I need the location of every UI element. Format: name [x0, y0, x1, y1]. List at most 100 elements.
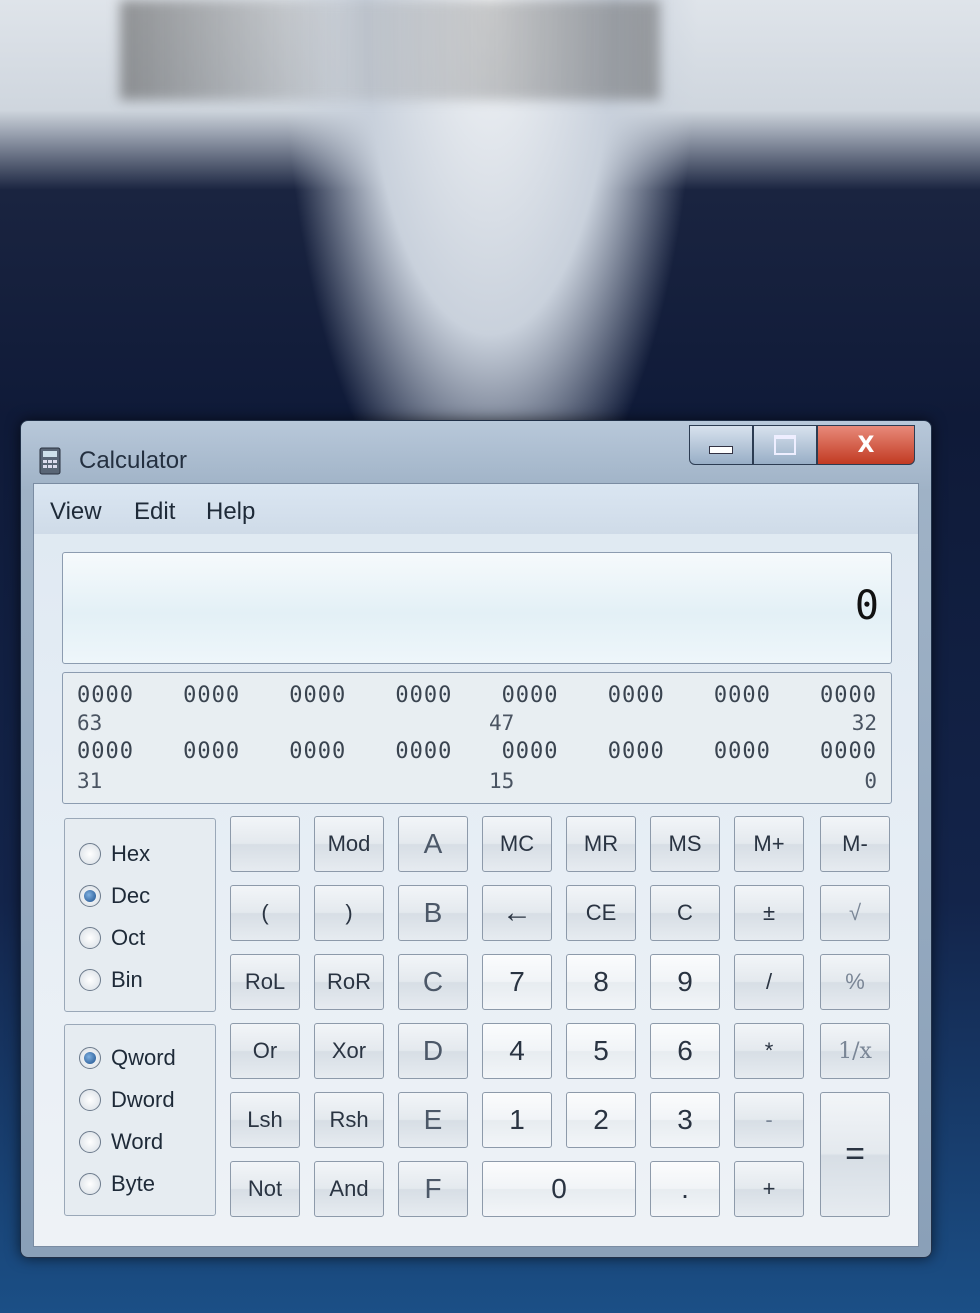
rotate-right-button[interactable]: RoR: [314, 954, 384, 1010]
memory-clear-button[interactable]: MC: [482, 816, 552, 872]
digit-9-button[interactable]: 9: [650, 954, 720, 1010]
subtract-button[interactable]: -: [734, 1092, 804, 1148]
memory-store-button[interactable]: MS: [650, 816, 720, 872]
radio-label: Oct: [111, 925, 146, 950]
negate-button[interactable]: ±: [734, 885, 804, 941]
radix-group: Hex Dec Oct Bin: [64, 818, 216, 1012]
percent-button[interactable]: %: [820, 954, 890, 1010]
add-button[interactable]: +: [734, 1161, 804, 1217]
radio-button[interactable]: [79, 1089, 101, 1111]
hex-a-button[interactable]: A: [398, 816, 468, 872]
memory-recall-button[interactable]: MR: [566, 816, 636, 872]
bit-group: 0000: [395, 683, 453, 708]
bit-index-15: 15: [489, 769, 515, 793]
minimize-button[interactable]: [689, 425, 753, 465]
radio-dec[interactable]: Dec: [79, 883, 150, 909]
word-size-group: Qword Dword Word Byte: [64, 1024, 216, 1216]
bit-group: 0000: [713, 739, 771, 764]
digit-5-button[interactable]: 5: [566, 1023, 636, 1079]
radio-label: Bin: [111, 967, 143, 992]
backspace-button[interactable]: ←: [482, 885, 552, 941]
radio-qword[interactable]: Qword: [79, 1045, 176, 1071]
bit-group: 0000: [183, 683, 241, 708]
bit-index-0: 0: [864, 769, 877, 793]
reciprocal-button[interactable]: 1/x: [820, 1023, 890, 1079]
radio-button-selected[interactable]: [79, 1047, 101, 1069]
xor-button[interactable]: Xor: [314, 1023, 384, 1079]
left-shift-button[interactable]: Lsh: [230, 1092, 300, 1148]
digit-1-button[interactable]: 1: [482, 1092, 552, 1148]
radio-button[interactable]: [79, 1131, 101, 1153]
equals-button[interactable]: =: [820, 1092, 890, 1217]
bit-group: 0000: [607, 683, 665, 708]
maximize-icon: [774, 435, 796, 455]
menu-bar: View Edit Help: [34, 484, 918, 534]
title-bar[interactable]: Calculator X: [21, 421, 931, 485]
hex-e-button[interactable]: E: [398, 1092, 468, 1148]
decimal-button[interactable]: .: [650, 1161, 720, 1217]
sqrt-button[interactable]: √: [820, 885, 890, 941]
divide-button[interactable]: /: [734, 954, 804, 1010]
digit-3-button[interactable]: 3: [650, 1092, 720, 1148]
mod-button[interactable]: Mod: [314, 816, 384, 872]
memory-add-button[interactable]: M+: [734, 816, 804, 872]
radio-button-selected[interactable]: [79, 885, 101, 907]
radio-label: Qword: [111, 1045, 176, 1070]
digit-7-button[interactable]: 7: [482, 954, 552, 1010]
radio-oct[interactable]: Oct: [79, 925, 145, 951]
radio-dword[interactable]: Dword: [79, 1087, 175, 1113]
screen-glare: [120, 0, 660, 100]
radio-word[interactable]: Word: [79, 1129, 163, 1155]
hex-f-button[interactable]: F: [398, 1161, 468, 1217]
menu-help[interactable]: Help: [206, 498, 255, 526]
calculator-window: Calculator X View Edit Help 0 0000 0000: [20, 420, 932, 1258]
right-shift-button[interactable]: Rsh: [314, 1092, 384, 1148]
menu-view[interactable]: View: [50, 498, 102, 526]
bit-index-63: 63: [77, 711, 103, 735]
bit-group: 0000: [77, 739, 134, 764]
digit-6-button[interactable]: 6: [650, 1023, 720, 1079]
close-paren-button[interactable]: ): [314, 885, 384, 941]
radio-label: Word: [111, 1129, 164, 1154]
radio-button[interactable]: [79, 843, 101, 865]
bit-index-47: 47: [489, 711, 515, 735]
memory-subtract-button[interactable]: M-: [820, 816, 890, 872]
and-button[interactable]: And: [314, 1161, 384, 1217]
digit-2-button[interactable]: 2: [566, 1092, 636, 1148]
or-button[interactable]: Or: [230, 1023, 300, 1079]
close-icon: X: [857, 432, 875, 458]
not-button[interactable]: Not: [230, 1161, 300, 1217]
window-controls: X: [689, 425, 915, 465]
bit-group: 0000: [183, 739, 241, 764]
radio-button[interactable]: [79, 969, 101, 991]
digit-0-button[interactable]: 0: [482, 1161, 636, 1217]
radio-bin[interactable]: Bin: [79, 967, 143, 993]
menu-edit[interactable]: Edit: [134, 498, 175, 526]
bit-group: 0000: [713, 683, 771, 708]
bit-index-32: 32: [851, 711, 877, 735]
hex-d-button[interactable]: D: [398, 1023, 468, 1079]
display-value: 0: [854, 583, 879, 629]
radio-label: Dword: [111, 1087, 175, 1112]
multiply-button[interactable]: *: [734, 1023, 804, 1079]
hex-b-button[interactable]: B: [398, 885, 468, 941]
rotate-left-button[interactable]: RoL: [230, 954, 300, 1010]
clear-button[interactable]: C: [650, 885, 720, 941]
radio-button[interactable]: [79, 1173, 101, 1195]
maximize-button[interactable]: [753, 425, 817, 465]
radio-byte[interactable]: Byte: [79, 1171, 155, 1197]
radio-hex[interactable]: Hex: [79, 841, 150, 867]
radio-button[interactable]: [79, 927, 101, 949]
binary-bit-display: 0000 0000 0000 0000 0000 0000 0000 0000 …: [62, 672, 892, 804]
digit-8-button[interactable]: 8: [566, 954, 636, 1010]
close-button[interactable]: X: [817, 425, 915, 465]
bit-group: 0000: [819, 739, 877, 764]
open-paren-button[interactable]: (: [230, 885, 300, 941]
clear-entry-button[interactable]: CE: [566, 885, 636, 941]
bit-index-31: 31: [77, 769, 103, 793]
radio-label: Dec: [111, 883, 151, 908]
bit-group: 0000: [395, 739, 453, 764]
calculator-icon: [39, 447, 61, 475]
hex-c-button[interactable]: C: [398, 954, 468, 1010]
digit-4-button[interactable]: 4: [482, 1023, 552, 1079]
